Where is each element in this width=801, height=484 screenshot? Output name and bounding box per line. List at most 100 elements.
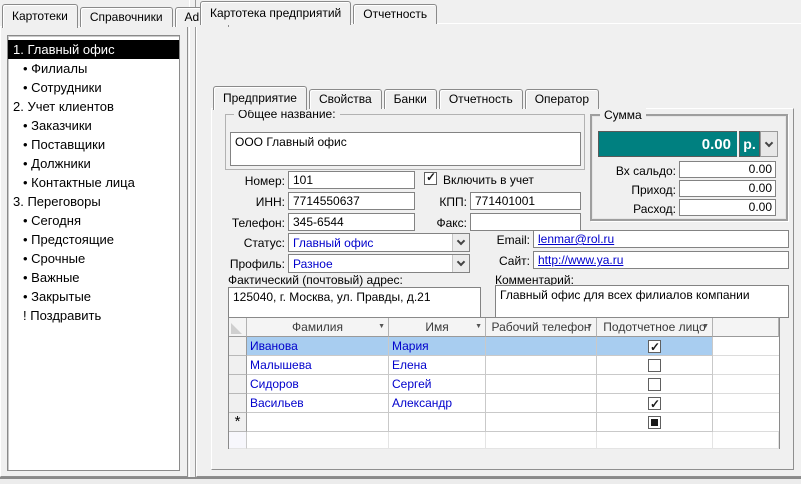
cell-accountable[interactable]: [597, 356, 713, 375]
number-input[interactable]: 101: [288, 171, 415, 189]
table-row[interactable]: Сидоров Сергей: [229, 375, 779, 394]
tree-item-vazhnye[interactable]: • Важные: [8, 268, 179, 287]
tab-spravochniki[interactable]: Справочники: [79, 7, 173, 27]
cell-firstname[interactable]: Мария: [389, 337, 486, 356]
column-header-spacer: [713, 318, 779, 337]
email-input[interactable]: lenmar@rol.ru: [533, 230, 789, 248]
table-row[interactable]: Малышева Елена: [229, 356, 779, 375]
accountable-checkbox[interactable]: [648, 395, 661, 412]
tree-item-zakrytye[interactable]: • Закрытые: [8, 287, 179, 306]
select-all-corner[interactable]: [229, 318, 247, 337]
table-row[interactable]: Иванова Мария: [229, 337, 779, 356]
tab-otchetnost-inner[interactable]: Отчетность: [438, 89, 523, 109]
status-combobox[interactable]: Главный офис: [288, 233, 470, 252]
accountable-checkbox[interactable]: [648, 358, 661, 372]
cell-firstname[interactable]: Сергей: [389, 375, 486, 394]
site-input[interactable]: http://www.ya.ru: [533, 251, 789, 269]
tab-predpriyatie[interactable]: Предприятие: [213, 86, 307, 110]
address-input[interactable]: 125040, г. Москва, ул. Правды, д.21: [228, 287, 481, 318]
cell-lastname[interactable]: Иванова: [247, 337, 389, 356]
profile-dropdown-button[interactable]: [452, 255, 469, 272]
company-name-input[interactable]: ООО Главный офис: [230, 132, 581, 166]
column-header-workphone[interactable]: Рабочий телефон ▼: [486, 318, 597, 337]
cell-lastname[interactable]: Сидоров: [247, 375, 389, 394]
cell-accountable[interactable]: [597, 337, 713, 356]
tab-otchetnost-outer[interactable]: Отчетность: [353, 4, 438, 24]
table-row[interactable]: Васильев Александр: [229, 394, 779, 413]
chevron-down-icon: [456, 236, 466, 246]
tab-kartoteka-predpriyatiy[interactable]: Картотека предприятий: [200, 1, 352, 25]
new-row-icon: *: [234, 413, 241, 430]
cell-firstname[interactable]: Александр: [389, 394, 486, 413]
tree-item-main-office[interactable]: 1. Главный офис: [8, 40, 179, 59]
tree-item-srochnye[interactable]: • Срочные: [8, 249, 179, 268]
cell-workphone[interactable]: [486, 375, 597, 394]
profile-combobox[interactable]: Разное: [288, 254, 470, 273]
tree-item-sotrudniki[interactable]: • Сотрудники: [8, 78, 179, 97]
fax-label: Факс:: [436, 216, 467, 230]
panel-splitter[interactable]: [189, 0, 196, 477]
row-header[interactable]: [229, 375, 247, 394]
opening-balance-field[interactable]: 0.00: [679, 161, 776, 178]
row-header[interactable]: [229, 394, 247, 413]
cell-accountable[interactable]: [597, 375, 713, 394]
cell-workphone[interactable]: [486, 413, 597, 432]
expense-field[interactable]: 0.00: [679, 199, 776, 216]
row-header[interactable]: [229, 356, 247, 375]
tree-item-postavshchiki[interactable]: • Поставщики: [8, 135, 179, 154]
status-dropdown-button[interactable]: [452, 234, 469, 251]
column-header-lastname[interactable]: Фамилия ▼: [247, 318, 389, 337]
tree-item-segodnya[interactable]: • Сегодня: [8, 211, 179, 230]
new-row-header[interactable]: *: [229, 413, 247, 432]
tab-banki[interactable]: Банки: [383, 89, 437, 109]
column-filter-icon[interactable]: ▼: [586, 323, 593, 331]
tab-operator[interactable]: Оператор: [524, 89, 600, 109]
include-in-accounting-checkbox[interactable]: [424, 170, 437, 185]
site-link[interactable]: http://www.ya.ru: [538, 253, 623, 267]
fax-input[interactable]: [470, 213, 581, 231]
cell-workphone[interactable]: [486, 337, 597, 356]
column-filter-icon[interactable]: ▼: [702, 323, 709, 331]
cell-accountable[interactable]: [597, 394, 713, 413]
phone-input[interactable]: 345-6544: [288, 213, 415, 231]
sum-total-display: 0.00 р.: [598, 131, 778, 157]
cell-accountable[interactable]: [597, 413, 713, 432]
accountable-checkbox[interactable]: [648, 338, 661, 355]
tree-item-filialy[interactable]: • Филиалы: [8, 59, 179, 78]
comment-input[interactable]: Главный офис для всех филиалов компании: [495, 285, 789, 318]
tree-item-dolzhniki[interactable]: • Должники: [8, 154, 179, 173]
tab-kartoteki[interactable]: Картотеки: [2, 4, 78, 28]
table-new-row[interactable]: *: [229, 413, 779, 432]
column-filter-icon[interactable]: ▼: [475, 323, 482, 331]
accountable-checkbox[interactable]: [648, 377, 661, 391]
email-link[interactable]: lenmar@rol.ru: [538, 232, 614, 246]
tree-item-uchet-klientov[interactable]: 2. Учет клиентов: [8, 97, 179, 116]
tab-svoystva[interactable]: Свойства: [308, 89, 382, 109]
tree-item-peregovory[interactable]: 3. Переговоры: [8, 192, 179, 211]
cell-lastname[interactable]: [247, 413, 389, 432]
kpp-input[interactable]: 771401001: [470, 192, 581, 210]
income-field[interactable]: 0.00: [679, 180, 776, 197]
income-label: Приход:: [631, 183, 676, 197]
cell-workphone[interactable]: [486, 394, 597, 413]
tree-item-kontaktnye-litsa[interactable]: • Контактные лица: [8, 173, 179, 192]
cell-lastname[interactable]: Малышева: [247, 356, 389, 375]
row-header[interactable]: [229, 337, 247, 356]
column-header-accountable[interactable]: Подотчетное лицо ▼: [597, 318, 713, 337]
inn-input[interactable]: 7714550637: [288, 192, 415, 210]
cell-lastname[interactable]: Васильев: [247, 394, 389, 413]
tree-item-predstoyashchie[interactable]: • Предстоящие: [8, 230, 179, 249]
chevron-down-icon: [764, 138, 774, 147]
column-header-firstname[interactable]: Имя ▼: [389, 318, 486, 337]
cell-workphone[interactable]: [486, 356, 597, 375]
column-filter-icon[interactable]: ▼: [378, 323, 385, 331]
employees-table: Фамилия ▼ Имя ▼ Рабочий телефон ▼ Подотчетн…: [228, 317, 780, 449]
accountable-checkbox[interactable]: [648, 415, 661, 429]
tree-item-pozdravit[interactable]: ! Поздравить: [8, 306, 179, 325]
cell-firstname[interactable]: [389, 413, 486, 432]
currency-dropdown-button[interactable]: [760, 131, 778, 157]
sum-currency: р.: [739, 131, 760, 157]
number-label: Номер:: [244, 174, 285, 188]
tree-item-zakazchiki[interactable]: • Заказчики: [8, 116, 179, 135]
cell-firstname[interactable]: Елена: [389, 356, 486, 375]
